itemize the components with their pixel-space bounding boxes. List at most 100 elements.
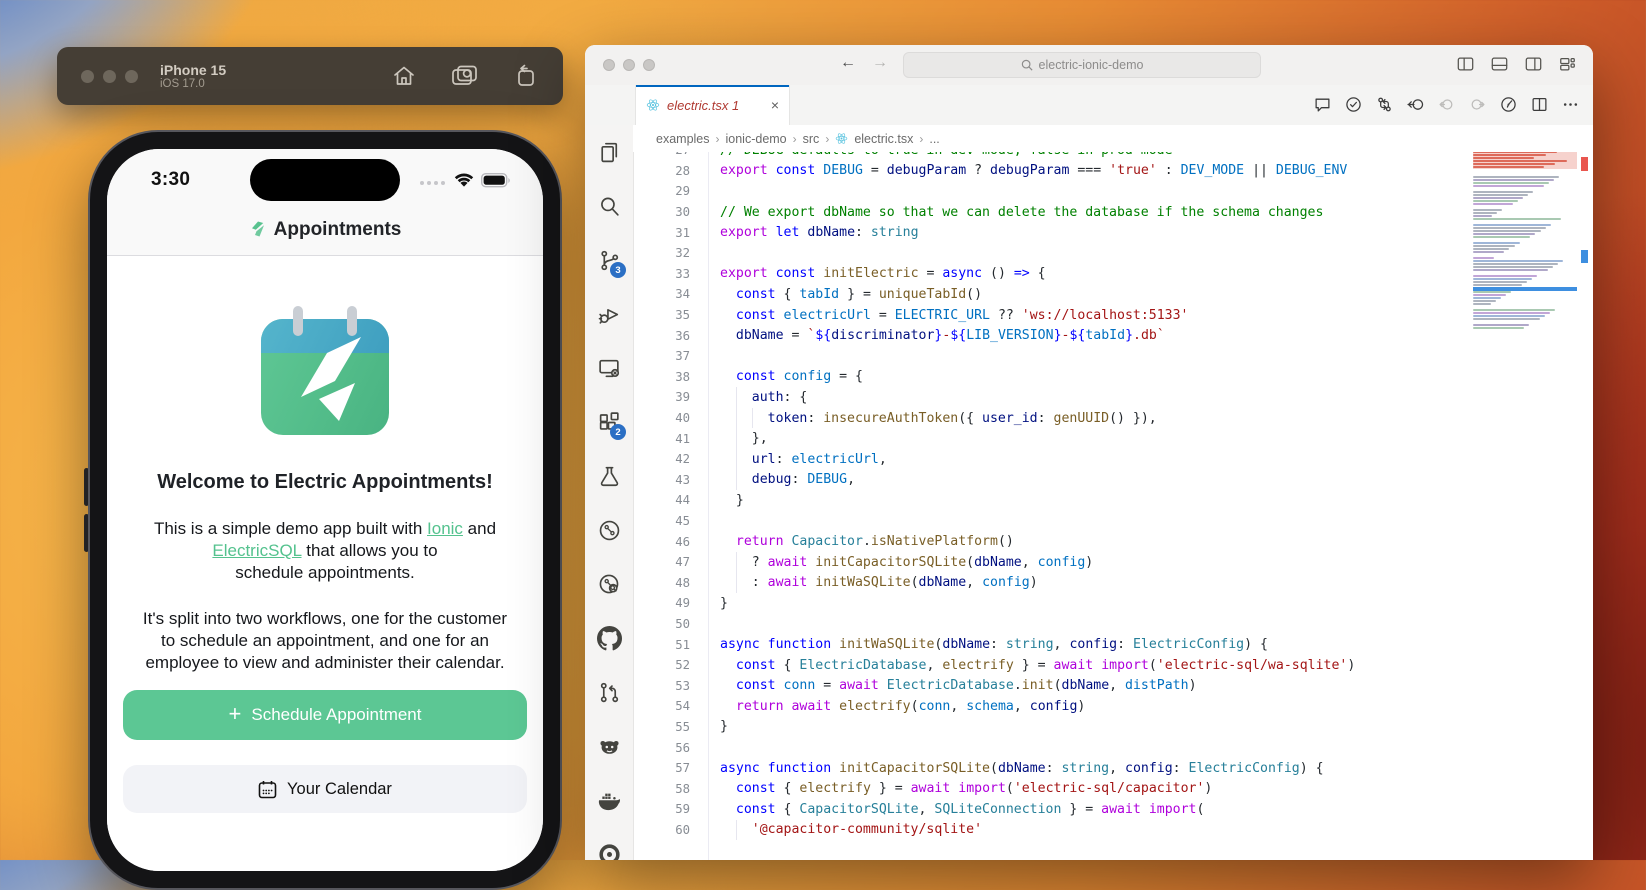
activity-search-icon[interactable] bbox=[585, 179, 633, 233]
code-line-52[interactable]: 52 const { ElectricDatabase, electrify }… bbox=[633, 655, 1593, 676]
activity-extensions-icon[interactable]: 2 bbox=[585, 395, 633, 449]
comment-icon[interactable] bbox=[1314, 96, 1331, 118]
breadcrumb-item[interactable]: examples bbox=[656, 132, 710, 146]
code-editor[interactable]: 27// DEBUG defaults to true in dev mode,… bbox=[633, 140, 1593, 860]
code-line-35[interactable]: 35 const electricUrl = ELECTRIC_URL ?? '… bbox=[633, 305, 1593, 326]
home-icon[interactable] bbox=[391, 63, 417, 89]
titlebar[interactable]: ← → electric-ionic-demo bbox=[585, 45, 1593, 86]
code-line-58[interactable]: 58 const { electrify } = await import('e… bbox=[633, 778, 1593, 799]
code-line-45[interactable]: 45 bbox=[633, 511, 1593, 532]
line-number: 43 bbox=[633, 473, 690, 487]
activity-circleci-icon[interactable] bbox=[585, 827, 633, 860]
line-number: 56 bbox=[633, 741, 690, 755]
your-calendar-button[interactable]: Your Calendar bbox=[123, 765, 527, 813]
rotate-icon[interactable] bbox=[513, 63, 537, 89]
close-button[interactable] bbox=[603, 59, 615, 71]
breadcrumb-item[interactable]: ... bbox=[929, 132, 939, 146]
code-text: const { electrify } = await import('elec… bbox=[720, 781, 1212, 796]
command-center-search[interactable]: electric-ionic-demo bbox=[903, 52, 1261, 78]
code-line-44[interactable]: 44 } bbox=[633, 490, 1593, 511]
history-forward-button[interactable]: → bbox=[872, 54, 888, 72]
code-line-32[interactable]: 32 bbox=[633, 243, 1593, 264]
customize-layout-icon[interactable] bbox=[1558, 55, 1577, 73]
code-line-57[interactable]: 57async function initCapacitorSQLite(dbN… bbox=[633, 758, 1593, 779]
code-line-49[interactable]: 49} bbox=[633, 593, 1593, 614]
zoom-button[interactable] bbox=[643, 59, 655, 71]
run-profile-icon[interactable] bbox=[1500, 96, 1517, 118]
minimize-button[interactable] bbox=[103, 70, 116, 83]
activity-testing-icon[interactable] bbox=[585, 449, 633, 503]
code-line-48[interactable]: 48 : await initWaSQLite(dbName, config) bbox=[633, 572, 1593, 593]
toggle-secondary-sidebar-icon[interactable] bbox=[1524, 55, 1543, 73]
code-line-50[interactable]: 50 bbox=[633, 614, 1593, 635]
activity-source-control-icon[interactable]: 3 bbox=[585, 233, 633, 287]
activity-pull-request-icon[interactable] bbox=[585, 665, 633, 719]
split-editor-icon[interactable] bbox=[1531, 96, 1548, 118]
code-line-29[interactable]: 29 bbox=[633, 181, 1593, 202]
history-back-button[interactable]: ← bbox=[840, 54, 856, 72]
code-line-59[interactable]: 59 const { CapacitorSQLite, SQLiteConnec… bbox=[633, 799, 1593, 820]
activity-copilot-icon[interactable] bbox=[585, 719, 633, 773]
toggle-primary-sidebar-icon[interactable] bbox=[1456, 55, 1475, 73]
activity-explorer-icon[interactable] bbox=[585, 125, 633, 179]
minimize-button[interactable] bbox=[623, 59, 635, 71]
schedule-appointment-button[interactable]: + Schedule Appointment bbox=[123, 690, 527, 740]
activity-docker-icon[interactable] bbox=[585, 773, 633, 827]
code-line-31[interactable]: 31export let dbName: string bbox=[633, 222, 1593, 243]
close-button[interactable] bbox=[81, 70, 94, 83]
code-line-28[interactable]: 28export const DEBUG = debugParam ? debu… bbox=[633, 161, 1593, 182]
nav-back-circle-icon[interactable] bbox=[1438, 96, 1455, 118]
activity-run-debug-icon[interactable] bbox=[585, 287, 633, 341]
code-line-30[interactable]: 30// We export dbName so that we can del… bbox=[633, 202, 1593, 223]
breadcrumb-item[interactable]: ionic-demo bbox=[726, 132, 787, 146]
code-line-36[interactable]: 36 dbName = `${discriminator}-${LIB_VERS… bbox=[633, 325, 1593, 346]
code-line-60[interactable]: 60 '@capacitor-community/sqlite' bbox=[633, 820, 1593, 841]
git-compare-icon[interactable] bbox=[1376, 96, 1393, 118]
zoom-button[interactable] bbox=[125, 70, 138, 83]
tab-bar[interactable]: electric.tsx 1 × bbox=[585, 85, 1593, 126]
status-icons bbox=[420, 173, 511, 193]
minimap[interactable] bbox=[1473, 148, 1577, 708]
activity-remote-simulator-icon[interactable] bbox=[585, 341, 633, 395]
code-line-38[interactable]: 38 const config = { bbox=[633, 367, 1593, 388]
code-line-56[interactable]: 56 bbox=[633, 737, 1593, 758]
nav-forward-circle-icon[interactable] bbox=[1469, 96, 1486, 118]
code-line-33[interactable]: 33export const initElectric = async () =… bbox=[633, 264, 1593, 285]
open-changes-icon[interactable] bbox=[1407, 96, 1424, 118]
code-line-47[interactable]: 47 ? await initCapacitorSQLite(dbName, c… bbox=[633, 552, 1593, 573]
tasks-check-icon[interactable] bbox=[1345, 96, 1362, 118]
page-title: Appointments bbox=[274, 219, 402, 240]
code-line-54[interactable]: 54 return await electrify(conn, schema, … bbox=[633, 696, 1593, 717]
activity-github-icon[interactable] bbox=[585, 611, 633, 665]
cellular-signal-icon bbox=[420, 181, 445, 185]
code-line-39[interactable]: 39 auth: { bbox=[633, 387, 1593, 408]
close-tab-icon[interactable]: × bbox=[771, 98, 779, 112]
electricsql-link[interactable]: ElectricSQL bbox=[212, 541, 301, 560]
code-line-41[interactable]: 41 }, bbox=[633, 428, 1593, 449]
code-line-37[interactable]: 37 bbox=[633, 346, 1593, 367]
screenshot-icon[interactable] bbox=[451, 64, 479, 88]
intro-text: This is a simple demo app built with bbox=[154, 519, 427, 538]
code-line-42[interactable]: 42 url: electricUrl, bbox=[633, 449, 1593, 470]
code-line-46[interactable]: 46 return Capacitor.isNativePlatform() bbox=[633, 531, 1593, 552]
ionic-link[interactable]: Ionic bbox=[427, 519, 463, 538]
breadcrumb-item[interactable]: src bbox=[803, 132, 820, 146]
code-line-55[interactable]: 55} bbox=[633, 717, 1593, 738]
breadcrumb-item[interactable]: electric.tsx bbox=[854, 132, 913, 146]
code-line-51[interactable]: 51async function initWaSQLite(dbName: st… bbox=[633, 634, 1593, 655]
line-number: 31 bbox=[633, 226, 690, 240]
code-line-40[interactable]: 40 token: insecureAuthToken({ user_id: g… bbox=[633, 408, 1593, 429]
toggle-panel-icon[interactable] bbox=[1490, 55, 1509, 73]
activity-git-circle-icon[interactable] bbox=[585, 503, 633, 557]
activity-git-history-search-icon[interactable] bbox=[585, 557, 633, 611]
more-actions-icon[interactable] bbox=[1562, 96, 1579, 118]
simulator-toolbar[interactable]: iPhone 15 iOS 17.0 bbox=[57, 47, 563, 105]
code-line-53[interactable]: 53 const conn = await ElectricDatabase.i… bbox=[633, 675, 1593, 696]
breadcrumb[interactable]: examples›ionic-demo›src›electric.tsx›... bbox=[633, 125, 1593, 152]
tab-electric-tsx[interactable]: electric.tsx 1 × bbox=[635, 85, 790, 125]
code-text: async function initCapacitorSQLite(dbNam… bbox=[720, 761, 1324, 776]
code-line-43[interactable]: 43 debug: DEBUG, bbox=[633, 470, 1593, 491]
code-line-34[interactable]: 34 const { tabId } = uniqueTabId() bbox=[633, 284, 1593, 305]
search-icon bbox=[1021, 59, 1033, 71]
badge: 2 bbox=[610, 424, 626, 440]
